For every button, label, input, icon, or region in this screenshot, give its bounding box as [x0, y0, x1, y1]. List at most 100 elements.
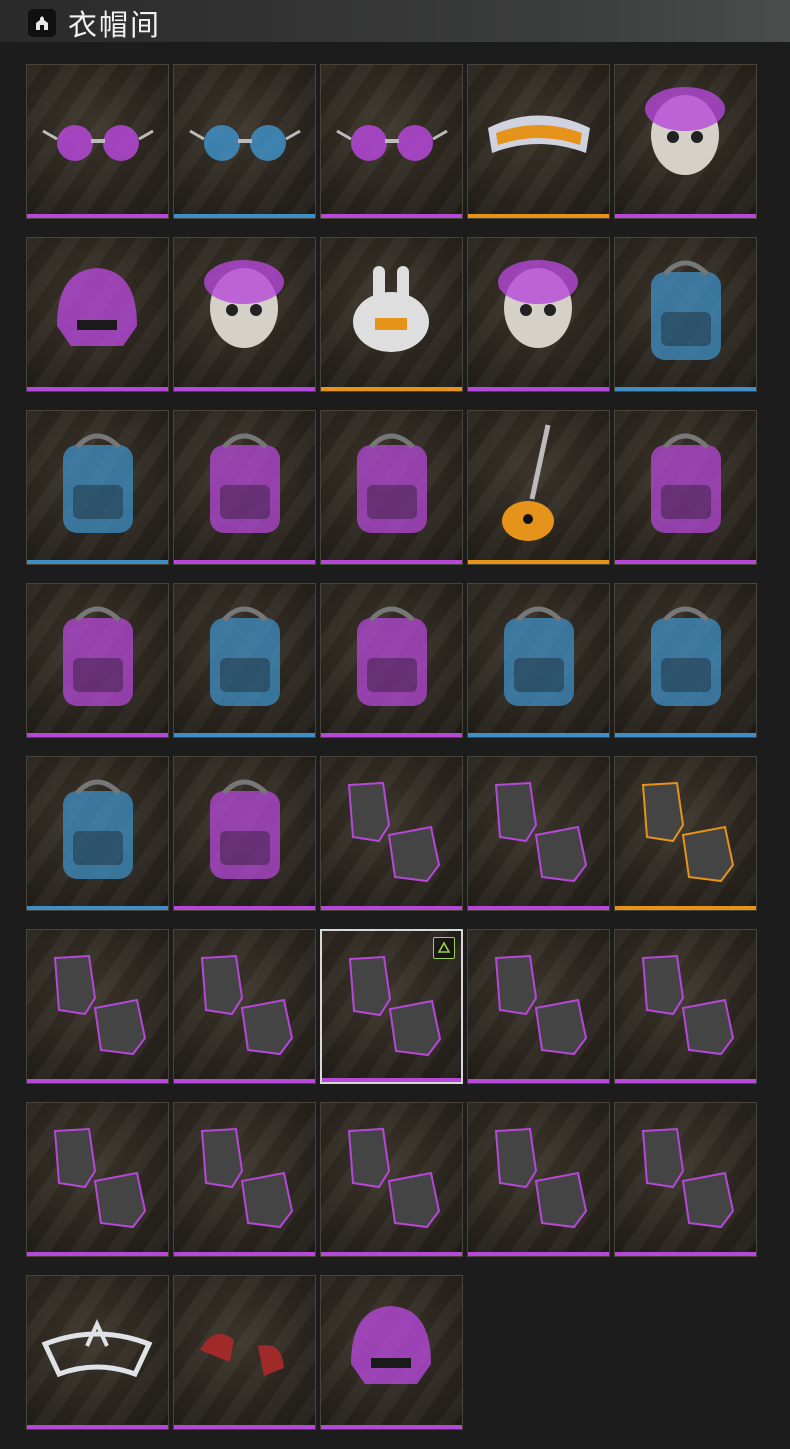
item-slot-ghillie-backpack[interactable]: [614, 410, 757, 565]
rarity-stripe: [174, 560, 315, 564]
rarity-stripe: [468, 1079, 609, 1083]
sling-bag-icon: [625, 592, 746, 724]
black-leather-backpack-icon: [37, 765, 158, 897]
red-tactical-backpack-icon: [37, 419, 158, 551]
black-leather-gloves-icon: [625, 938, 746, 1070]
item-slot-tribal-horned-helmet[interactable]: [26, 237, 169, 392]
pink-wing-backpack-icon: [331, 419, 452, 551]
rarity-stripe: [174, 387, 315, 391]
item-slot-clown-mask[interactable]: [614, 64, 757, 219]
item-slot-fur-gloves[interactable]: [173, 929, 316, 1084]
item-slot-armored-mask[interactable]: [467, 237, 610, 392]
rarity-stripe: [615, 733, 756, 737]
rarity-stripe: [468, 906, 609, 910]
bow-gloves-icon: [37, 1111, 158, 1243]
item-slot-camo-backpack[interactable]: [614, 237, 757, 392]
rarity-stripe: [322, 1078, 461, 1082]
item-slot-green-gloves[interactable]: [614, 1102, 757, 1257]
rarity-stripe: [615, 1252, 756, 1256]
item-slot-purple-gloves[interactable]: [26, 929, 169, 1084]
armored-mask-icon: [478, 246, 599, 378]
item-slot-red-box-backpack[interactable]: [320, 583, 463, 738]
item-slot-gold-armored-gloves[interactable]: [320, 756, 463, 911]
item-slot-gold-trim-gloves[interactable]: [320, 929, 463, 1084]
item-slot-black-sunglasses[interactable]: [173, 64, 316, 219]
item-slot-bow-gloves[interactable]: [26, 1102, 169, 1257]
rarity-stripe: [174, 1252, 315, 1256]
item-slot-red-pattern-gloves[interactable]: [320, 1102, 463, 1257]
item-slot-star-glasses[interactable]: [320, 64, 463, 219]
tribal-horned-helmet-icon: [37, 246, 158, 378]
item-slot-silver-tiara[interactable]: [26, 1275, 169, 1430]
rarity-stripe: [468, 733, 609, 737]
wardrobe-grid: [26, 64, 757, 1430]
black-sunglasses-icon: [184, 73, 305, 205]
item-slot-red-tactical-backpack[interactable]: [26, 410, 169, 565]
rarity-stripe: [27, 387, 168, 391]
rarity-stripe: [174, 214, 315, 218]
item-slot-bat-wing-backpack[interactable]: [26, 583, 169, 738]
clown-mask-icon: [625, 73, 746, 205]
title-area: 衣帽间: [28, 5, 161, 42]
rarity-stripe: [27, 560, 168, 564]
item-slot-bunny-gloves[interactable]: [614, 756, 757, 911]
item-slot-black-pink-gloves[interactable]: [467, 756, 610, 911]
item-slot-bear-backpack[interactable]: [173, 410, 316, 565]
red-wraps-icon: [184, 1284, 305, 1416]
brown-camo-backpack-icon: [184, 592, 305, 724]
rarity-stripe: [468, 560, 609, 564]
rarity-stripe: [615, 906, 756, 910]
rarity-stripe: [174, 1079, 315, 1083]
purple-guitar-icon: [478, 419, 599, 551]
item-slot-red-black-gloves[interactable]: [467, 1102, 610, 1257]
rarity-stripe: [27, 214, 168, 218]
rarity-stripe: [615, 387, 756, 391]
tech-armored-gloves-icon: [478, 938, 599, 1070]
rarity-stripe: [174, 1425, 315, 1429]
item-slot-sling-bag[interactable]: [614, 583, 757, 738]
rarity-stripe: [615, 560, 756, 564]
item-slot-cyber-visor[interactable]: [467, 64, 610, 219]
item-slot-tech-armored-gloves[interactable]: [467, 929, 610, 1084]
item-slot-grey-gloves[interactable]: [173, 1102, 316, 1257]
item-slot-pink-wing-backpack[interactable]: [320, 410, 463, 565]
item-slot-black-leather-backpack[interactable]: [26, 756, 169, 911]
item-slot-red-wraps[interactable]: [173, 1275, 316, 1430]
gold-armored-gloves-icon: [331, 765, 452, 897]
rarity-stripe: [321, 733, 462, 737]
equipped-icon: [433, 937, 455, 959]
rarity-stripe: [615, 1079, 756, 1083]
item-slot-bunny-ear-hat[interactable]: [320, 237, 463, 392]
item-slot-brown-camo-backpack[interactable]: [173, 583, 316, 738]
rarity-stripe: [174, 733, 315, 737]
fur-gloves-icon: [184, 938, 305, 1070]
bunny-ear-hat-icon: [331, 246, 452, 378]
item-slot-black-leather-gloves[interactable]: [614, 929, 757, 1084]
watermelon-helmet-icon: [331, 1284, 452, 1416]
ghillie-backpack-icon: [625, 419, 746, 551]
item-slot-dollar-glasses[interactable]: [26, 64, 169, 219]
item-slot-watermelon-helmet[interactable]: [320, 1275, 463, 1430]
hanger-icon: [28, 9, 56, 37]
item-slot-purple-guitar[interactable]: [467, 410, 610, 565]
item-slot-bandage-phone-mask[interactable]: [173, 237, 316, 392]
rarity-stripe: [27, 1252, 168, 1256]
rarity-stripe: [321, 1252, 462, 1256]
rarity-stripe: [27, 1425, 168, 1429]
camo-backpack-icon: [625, 246, 746, 378]
rarity-stripe: [321, 214, 462, 218]
rarity-stripe: [27, 1079, 168, 1083]
rarity-stripe: [27, 733, 168, 737]
purple-gloves-icon: [37, 938, 158, 1070]
rarity-stripe: [27, 906, 168, 910]
grey-tech-backpack-icon: [184, 765, 305, 897]
bear-backpack-icon: [184, 419, 305, 551]
pharaoh-backpack-icon: [478, 592, 599, 724]
item-slot-grey-tech-backpack[interactable]: [173, 756, 316, 911]
rarity-stripe: [321, 560, 462, 564]
rarity-stripe: [321, 906, 462, 910]
item-slot-pharaoh-backpack[interactable]: [467, 583, 610, 738]
black-pink-gloves-icon: [478, 765, 599, 897]
bandage-phone-mask-icon: [184, 246, 305, 378]
rarity-stripe: [615, 214, 756, 218]
